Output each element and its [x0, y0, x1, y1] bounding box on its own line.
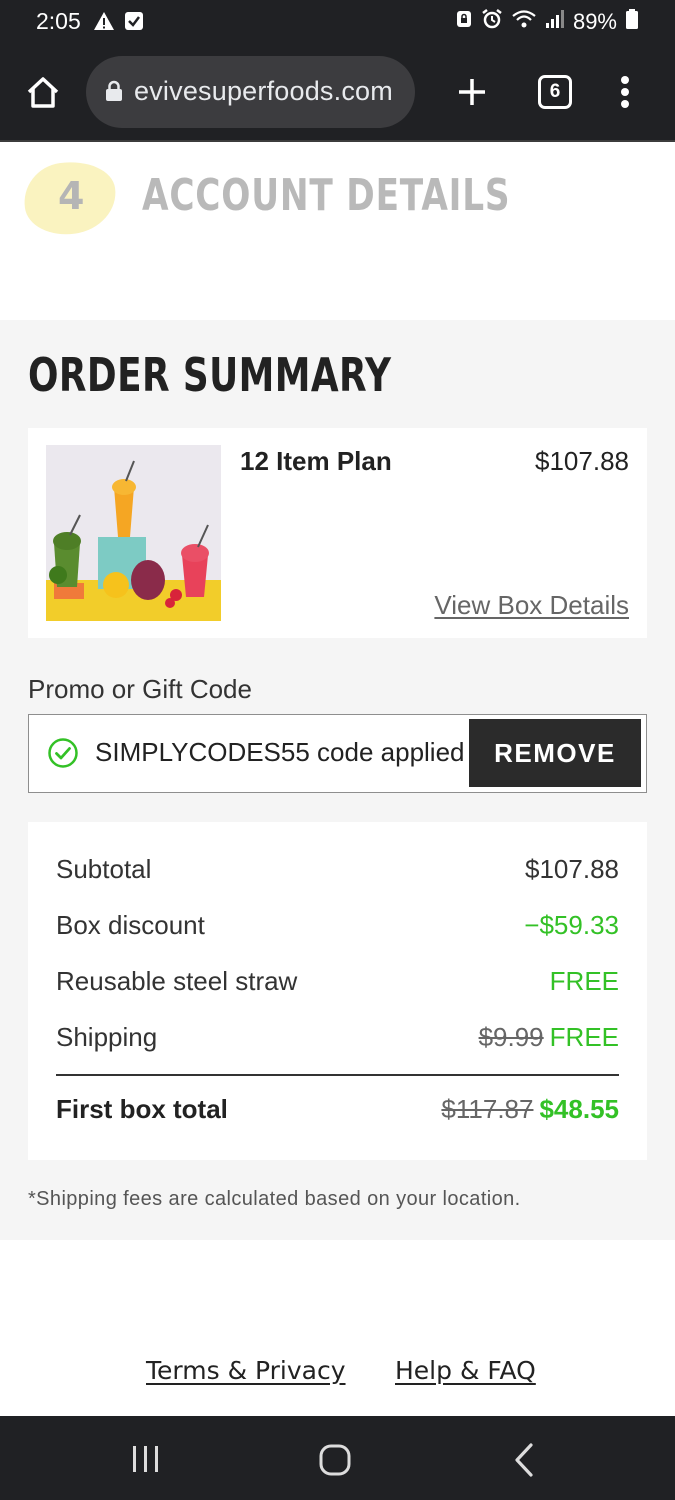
url-text: evivesuperfoods.com [134, 76, 393, 106]
first-box-total-label: First box total [56, 1094, 228, 1124]
status-time: 2:05 [36, 8, 81, 34]
status-bar: 2:05 89% [0, 0, 675, 44]
wifi-icon [511, 8, 537, 36]
signal-icon [545, 8, 565, 36]
product-image [46, 445, 221, 621]
remove-button[interactable]: REMOVE [469, 719, 641, 787]
new-tab-icon[interactable] [456, 76, 488, 108]
address-bar[interactable]: evivesuperfoods.com [86, 56, 415, 128]
browser-toolbar: evivesuperfoods.com 6 [0, 44, 675, 142]
battery-percent: 89% [572, 9, 617, 34]
shipping-label: Shipping [56, 1022, 158, 1052]
first-box-total-row: First box total $117.87 $48.55 [56, 1094, 619, 1130]
home-icon[interactable] [24, 74, 62, 112]
nav-home-icon[interactable] [318, 1443, 352, 1477]
straw-value: FREE [549, 966, 619, 996]
item-card: 12 Item Plan $107.88 View Box Details [28, 428, 647, 638]
order-summary-title: ORDER SUMMARY [28, 348, 392, 402]
discount-label: Box discount [56, 910, 205, 940]
first-box-total-value: $48.55 [539, 1094, 619, 1124]
step-title: ACCOUNT DETAILS [142, 170, 511, 221]
tab-switcher-button[interactable]: 6 [538, 75, 572, 109]
discount-value: −$59.33 [524, 910, 619, 940]
alarm-icon [481, 8, 503, 36]
subtotal-value: $107.88 [525, 854, 619, 884]
totals-divider [56, 1074, 619, 1076]
subtotal-label: Subtotal [56, 854, 152, 884]
promo-label: Promo or Gift Code [28, 674, 252, 704]
account-details-step[interactable]: 4 ACCOUNT DETAILS [0, 144, 675, 320]
lock-icon [104, 80, 124, 102]
back-icon[interactable] [512, 1442, 536, 1478]
straw-label: Reusable steel straw [56, 966, 298, 996]
shipping-row: Shipping $9.99 FREE [56, 1022, 619, 1058]
promo-code-field[interactable]: SIMPLYCODES55 code applied REMOVE [28, 714, 647, 793]
item-price: $107.88 [535, 446, 629, 476]
subtotal-row: Subtotal $107.88 [56, 854, 619, 890]
help-faq-link[interactable]: Help & FAQ [395, 1356, 536, 1385]
shipping-value: FREE [549, 1022, 619, 1052]
item-name: 12 Item Plan [240, 446, 392, 476]
straw-row: Reusable steel straw FREE [56, 966, 619, 1002]
footer-links: Terms & Privacy Help & FAQ [0, 1356, 675, 1396]
promo-applied-text: SIMPLYCODES55 code applied [95, 737, 465, 767]
system-nav-bar [0, 1416, 675, 1500]
more-menu-icon[interactable] [617, 72, 633, 116]
totals-card: Subtotal $107.88 Box discount −$59.33 Re… [28, 822, 647, 1160]
total-old-price: $117.87 [441, 1094, 534, 1124]
battery-icon [625, 8, 639, 36]
check-circle-icon [47, 737, 79, 769]
order-summary: ORDER SUMMARY 12 Item Plan $107.88 View … [0, 320, 675, 1240]
shipping-note: *Shipping fees are calculated based on y… [28, 1188, 521, 1210]
lock-badge-icon [455, 9, 473, 35]
shipping-old-price: $9.99 [478, 1022, 544, 1052]
terms-privacy-link[interactable]: Terms & Privacy [146, 1356, 346, 1385]
recents-icon[interactable] [131, 1444, 161, 1474]
step-number: 4 [58, 174, 85, 218]
checkbox-icon [123, 10, 145, 37]
view-box-details-link[interactable]: View Box Details [434, 590, 629, 621]
discount-row: Box discount −$59.33 [56, 910, 619, 946]
warning-icon [93, 10, 115, 37]
